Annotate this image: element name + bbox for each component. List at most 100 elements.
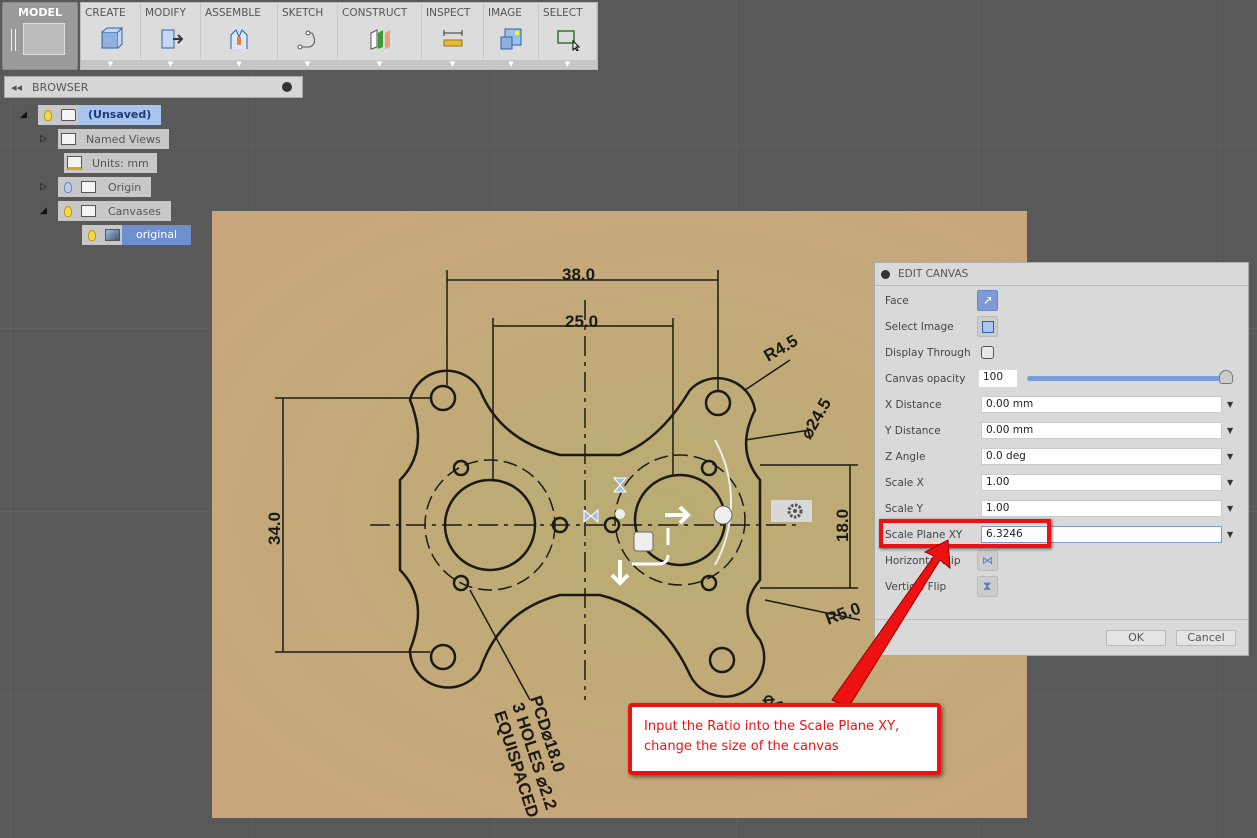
dropdown-arrow-icon[interactable]: ▼ xyxy=(338,60,421,69)
box-icon xyxy=(101,27,123,49)
dimension-label: 34.0 xyxy=(265,512,284,545)
toolbar-create-menu[interactable]: CREATE ▼ xyxy=(81,3,141,69)
collapse-triangle-icon[interactable]: ◢ xyxy=(20,110,32,120)
sketch-curve-icon xyxy=(297,30,315,50)
face-select-button[interactable]: ➚ xyxy=(977,290,998,311)
dropdown-arrow-icon[interactable]: ▼ xyxy=(422,60,483,69)
dropdown-arrow-icon[interactable]: ▼ xyxy=(81,60,140,69)
minimize-icon[interactable] xyxy=(282,82,292,92)
horizontal-flip-button[interactable]: ⋈ xyxy=(977,550,998,571)
dimension-lines xyxy=(275,270,861,701)
workspace-model-button[interactable]: MODEL xyxy=(2,2,78,70)
folder-icon xyxy=(80,205,96,217)
folder-icon xyxy=(60,133,76,145)
z-angle-input[interactable]: 0.0 deg xyxy=(981,448,1222,465)
tree-item-root[interactable]: ◢ (Unsaved) xyxy=(20,105,162,125)
slider-thumb[interactable] xyxy=(1219,370,1233,384)
dimension-label: ⌀24.5 xyxy=(797,395,835,442)
toolbar-select-menu[interactable]: SELECT ▼ xyxy=(539,3,597,69)
collapse-triangle-icon[interactable]: ◢ xyxy=(40,206,52,216)
lightbulb-icon[interactable] xyxy=(88,229,96,241)
units-document-icon xyxy=(66,156,82,170)
dropdown-arrow-icon[interactable]: ▼ xyxy=(201,60,277,69)
y-distance-label: Y Distance xyxy=(885,425,941,437)
horizontal-flip-label: Horizontal Flip xyxy=(885,555,961,567)
dropdown-arrow-icon[interactable]: ▼ xyxy=(278,60,337,69)
joint-icon xyxy=(230,29,248,49)
dropdown-caret-icon[interactable]: ▼ xyxy=(1227,400,1233,409)
lightbulb-icon[interactable] xyxy=(64,205,72,217)
dialog-header: EDIT CANVAS xyxy=(875,263,1248,286)
minimize-icon[interactable] xyxy=(881,269,890,279)
callout-text-line2: change the size of the canvas xyxy=(644,739,839,754)
toolbar-assemble-menu[interactable]: ASSEMBLE ▼ xyxy=(201,3,278,69)
pivot-handle-icon xyxy=(615,509,625,519)
canvas-opacity-input[interactable]: 100 xyxy=(979,370,1017,387)
x-distance-input[interactable]: 0.00 mm xyxy=(981,396,1222,413)
dropdown-arrow-icon[interactable]: ▼ xyxy=(141,60,200,69)
dropdown-caret-icon[interactable]: ▼ xyxy=(1227,504,1233,513)
scale-x-label: Scale X xyxy=(885,477,924,489)
workspace-label: MODEL xyxy=(18,6,62,19)
dimension-label: R5.0 xyxy=(823,599,863,629)
expand-triangle-icon[interactable]: ▷ xyxy=(40,182,52,192)
toolbar-construct-menu[interactable]: CONSTRUCT ▼ xyxy=(338,3,422,69)
display-through-label: Display Through xyxy=(885,347,971,359)
scale-y-label: Scale Y xyxy=(885,503,924,515)
dimension-label: 25.0 xyxy=(565,312,598,331)
dropdown-arrow-icon[interactable]: ▼ xyxy=(539,60,596,69)
vertical-flip-handle-icon xyxy=(612,477,628,493)
browser-panel-header: ◂◂ BROWSER xyxy=(4,76,303,98)
horizontal-flip-icon: ⋈ xyxy=(982,554,993,567)
toolbar-label: SELECT xyxy=(543,7,583,19)
select-image-button[interactable] xyxy=(977,316,998,337)
y-distance-input[interactable]: 0.00 mm xyxy=(981,422,1222,439)
toolbar-label: CONSTRUCT xyxy=(342,7,408,19)
toolbar-sketch-menu[interactable]: SKETCH ▼ xyxy=(278,3,338,69)
press-pull-icon xyxy=(161,29,183,49)
scale-y-input[interactable]: 1.00 xyxy=(981,500,1222,517)
dialog-footer-divider xyxy=(875,619,1248,620)
tree-item-original-canvas[interactable]: original xyxy=(82,225,192,245)
dropdown-caret-icon[interactable]: ▼ xyxy=(1227,426,1233,435)
tree-item-units[interactable]: Units: mm xyxy=(58,153,157,173)
folder-icon xyxy=(80,181,96,193)
annotation-callout: Input the Ratio into the Scale Plane XY,… xyxy=(628,703,941,775)
dimension-label: 18.0 xyxy=(833,509,852,542)
tree-label: Canvases xyxy=(108,204,161,218)
display-through-checkbox[interactable] xyxy=(981,346,994,359)
toolbar-image-menu[interactable]: IMAGE ▼ xyxy=(484,3,539,69)
x-distance-label: X Distance xyxy=(885,399,942,411)
canvas-opacity-slider[interactable] xyxy=(1027,376,1232,381)
horizontal-flip-handle-icon xyxy=(583,508,599,524)
lightbulb-icon[interactable] xyxy=(44,109,52,121)
collapse-icon[interactable]: ◂◂ xyxy=(11,81,22,94)
settings-button[interactable] xyxy=(771,500,812,522)
cube-icon xyxy=(23,23,65,55)
dropdown-caret-icon[interactable]: ▼ xyxy=(1227,530,1233,539)
tree-item-origin[interactable]: ▷ Origin xyxy=(40,177,152,197)
tree-item-canvases[interactable]: ◢ Canvases xyxy=(40,201,171,221)
image-icon xyxy=(982,321,994,333)
toolbar-label: MODIFY xyxy=(145,7,186,19)
lightbulb-icon[interactable] xyxy=(64,181,72,193)
dropdown-arrow-icon[interactable]: ▼ xyxy=(484,60,538,69)
dropdown-caret-icon[interactable]: ▼ xyxy=(1227,452,1233,461)
dropdown-caret-icon[interactable]: ▼ xyxy=(1227,478,1233,487)
scale-x-input[interactable]: 1.00 xyxy=(981,474,1222,491)
vertical-flip-button[interactable]: ⧗ xyxy=(977,576,998,597)
arrow-down-icon xyxy=(610,560,630,586)
rotate-handle-icon xyxy=(713,505,733,525)
tree-item-named-views[interactable]: ▷ Named Views xyxy=(40,129,169,149)
cancel-button[interactable]: Cancel xyxy=(1176,630,1236,646)
toolbar-inspect-menu[interactable]: INSPECT ▼ xyxy=(422,3,484,69)
vertical-flip-label: Vertical Flip xyxy=(885,581,947,593)
measure-icon xyxy=(443,30,462,47)
tree-label: (Unsaved) xyxy=(78,105,162,125)
arrow-right-icon xyxy=(665,505,691,525)
cursor-arrow-icon: ➚ xyxy=(983,293,994,307)
expand-triangle-icon[interactable]: ▷ xyxy=(40,134,52,144)
canvas-opacity-label: Canvas opacity xyxy=(885,373,966,385)
toolbar-modify-menu[interactable]: MODIFY ▼ xyxy=(141,3,201,69)
ok-button[interactable]: OK xyxy=(1106,630,1166,646)
